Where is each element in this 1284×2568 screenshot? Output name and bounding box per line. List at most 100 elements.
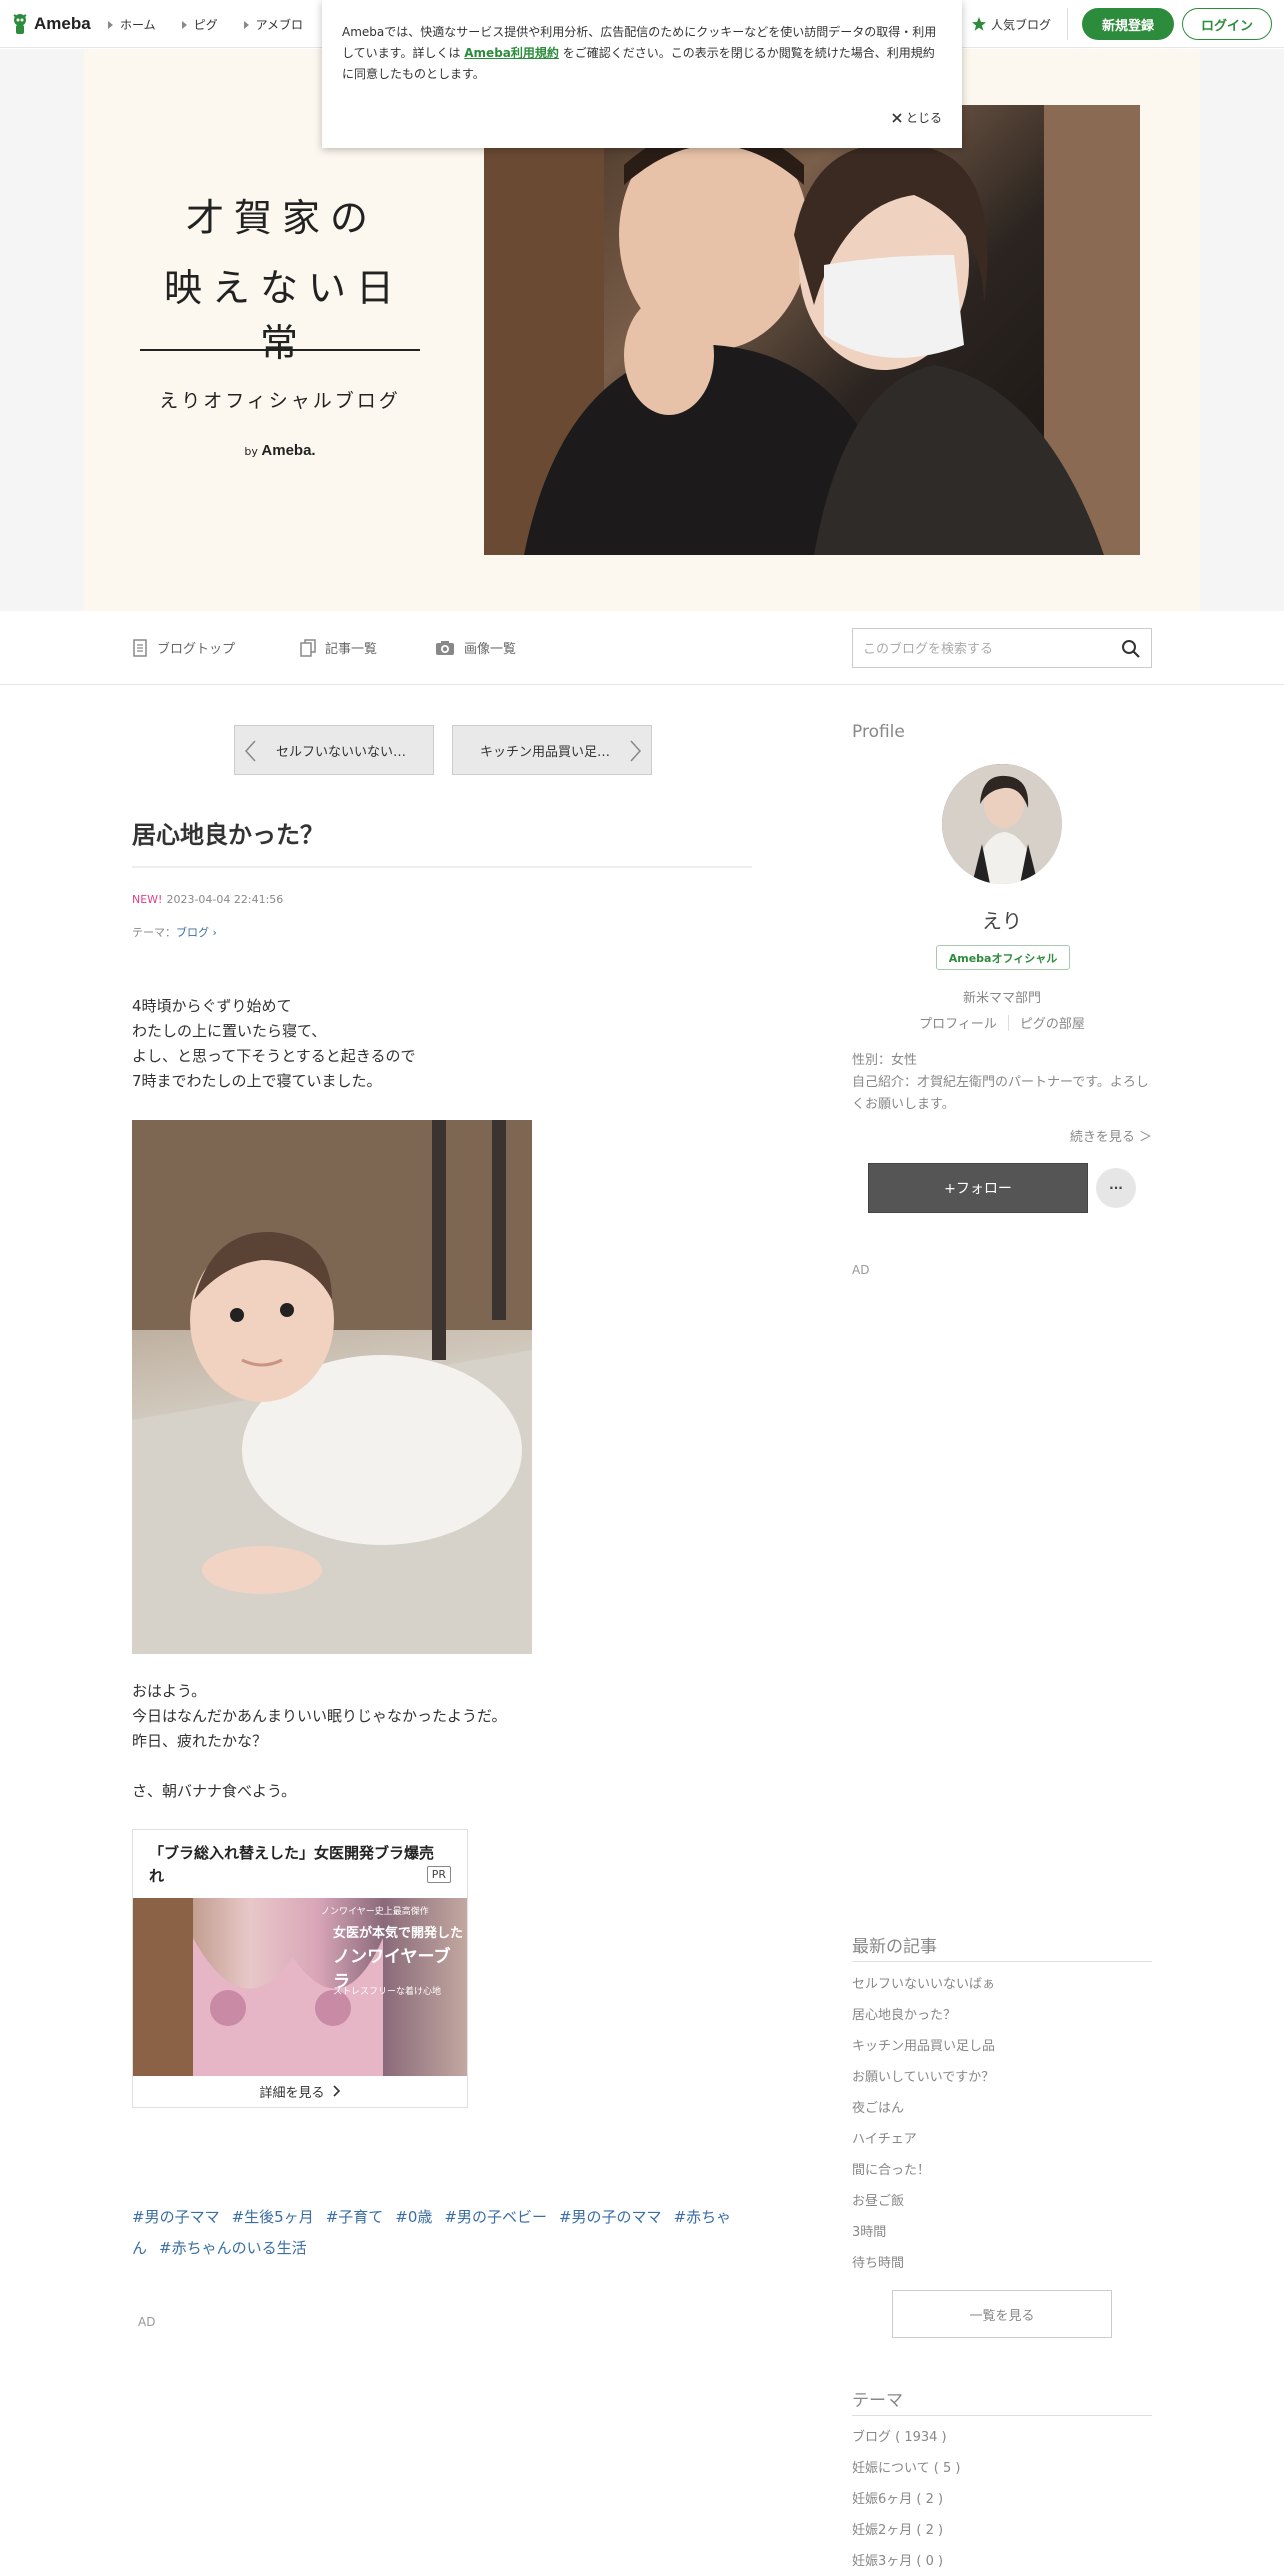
latest-entry-link[interactable]: 夜ごはん — [852, 2093, 1152, 2124]
post-line: 昨日、疲れたかな？ — [132, 1732, 268, 1750]
hashtag-link[interactable]: #赤ちゃんのいる生活 — [159, 2239, 307, 2257]
cookie-close-button[interactable]: とじる — [892, 109, 942, 126]
new-badge: NEW! — [132, 893, 163, 906]
search-icon[interactable] — [1121, 639, 1141, 659]
cookie-notice: Amebaでは、快適なサービス提供や利用分析、広告配信のためにクッキーなどを使い… — [322, 0, 962, 148]
theme-list-link[interactable]: 妊娠2ヶ月 ( 2 ) — [852, 2515, 1152, 2546]
post-datetime: 2023-04-04 22:41:56 — [166, 893, 284, 906]
ad-label: AD — [138, 2315, 156, 2329]
latest-entry-link[interactable]: 待ち時間 — [852, 2248, 1152, 2279]
global-nav: ホーム ピグ アメブロ — [108, 16, 329, 33]
ameba-logo-text: Ameba — [34, 14, 91, 33]
theme-list-link[interactable]: ブログ ( 1934 ) — [852, 2422, 1152, 2453]
pr-badge: PR — [426, 1866, 451, 1883]
profile-intro: 自己紹介：才賀紀左衛門のパートナーです。よろしくお願いします。 — [852, 1075, 1149, 1112]
theme-list-link[interactable]: 妊娠6ヶ月 ( 2 ) — [852, 2484, 1152, 2515]
camera-icon — [436, 640, 454, 655]
profile-heading: Profile — [852, 722, 905, 742]
see-all-button[interactable]: 一覧を見る — [892, 2290, 1112, 2338]
arrow-right-icon — [243, 20, 249, 29]
arrow-right-icon — [181, 20, 187, 29]
follow-button[interactable]: +フォロー — [868, 1163, 1088, 1213]
ad-detail-label: 詳細を見る — [259, 2085, 325, 2101]
arrow-right-icon — [108, 20, 113, 29]
hashtag-link[interactable]: #生後5ヶ月 — [232, 2208, 314, 2226]
latest-entry-link[interactable]: お昼ご飯 — [852, 2186, 1152, 2217]
latest-entry-link[interactable]: 3時間 — [852, 2217, 1152, 2248]
nav-pigg-label: ピグ — [193, 18, 218, 32]
theme-list-link[interactable]: 妊娠3ヶ月 ( 0 ) — [852, 2546, 1152, 2568]
hashtag-link[interactable]: #男の子ママ — [132, 2208, 220, 2226]
profile-category[interactable]: 新米ママ部門 — [852, 987, 1152, 1006]
login-button[interactable]: ログイン — [1182, 8, 1272, 40]
latest-entry-link[interactable]: 居心地良かった？ — [852, 2000, 1152, 2031]
hashtag-link[interactable]: #0歳 — [395, 2208, 432, 2226]
popular-blog-link[interactable]: 人気ブログ — [971, 8, 1068, 40]
heading-rule — [852, 1961, 1152, 1962]
latest-entry-link[interactable]: ハイチェア — [852, 2124, 1152, 2155]
cookie-close-label: とじる — [905, 111, 942, 125]
post-line: 今日はなんだかあんまりいい眠りじゃなかったようだ。 — [132, 1707, 507, 1725]
latest-entry-link[interactable]: 間に合った！ — [852, 2155, 1152, 2186]
nav-pigg-link[interactable]: ピグ — [181, 16, 218, 33]
terms-link[interactable]: Ameba利用規約 — [464, 46, 559, 60]
hashtag-link[interactable]: #男の子ベビー — [444, 2208, 547, 2226]
blog-search-box — [852, 628, 1152, 668]
ad-image-caption-2: 女医が本気で開発した — [333, 1926, 464, 1941]
baby-photo-illustration — [132, 1120, 532, 1654]
next-entry-button[interactable]: キッチン用品買い足… — [452, 725, 652, 775]
entry-list-label: 記事一覧 — [325, 642, 378, 657]
chevron-left-icon — [244, 740, 256, 762]
pig-room-link[interactable]: ピグの部屋 — [1020, 1013, 1085, 1032]
ameba-logo[interactable]: Ameba — [10, 12, 91, 36]
image-list-label: 画像一覧 — [464, 642, 517, 657]
hashtag-link[interactable]: #子育て — [326, 2208, 384, 2226]
post-line: よし、と思って下そうとすると起きるので — [132, 1047, 416, 1065]
by-label: by — [244, 445, 258, 458]
latest-entries-list: セルフいないいないばぁ 居心地良かった？ キッチン用品買い足し品 お願いしていい… — [852, 1969, 1152, 2279]
post-line: おはよう。 — [132, 1682, 207, 1700]
nav-home-label: ホーム — [120, 18, 156, 32]
latest-entry-link[interactable]: セルフいないいないばぁ — [852, 1969, 1152, 2000]
chevron-right-icon — [332, 2085, 340, 2097]
hashtag-link[interactable]: #男の子のママ — [559, 2208, 662, 2226]
image-list-link[interactable]: 画像一覧 — [435, 638, 516, 657]
blog-search-input[interactable] — [863, 639, 1113, 659]
blog-title-line1: 才賀家の — [185, 196, 378, 240]
theme-list: ブログ ( 1934 ) 妊娠について ( 5 ) 妊娠6ヶ月 ( 2 ) 妊娠… — [852, 2422, 1152, 2568]
theme-link[interactable]: ブログ — [176, 926, 209, 939]
ad-image-caption-4: ストレスフリーな着け心地 — [333, 1987, 442, 1997]
post-paragraph-1: 4時頃からぐずり始めて わたしの上に置いたら寝て、 よし、と思って下そうとすると… — [132, 994, 416, 1094]
more-options-button[interactable]: ··· — [1096, 1168, 1136, 1208]
avatar-illustration — [942, 764, 1062, 884]
blog-top-label: ブログトップ — [157, 642, 236, 657]
read-more-link[interactable]: 続きを見る ＞ — [852, 1126, 1152, 1145]
post-line: わたしの上に置いたら寝て、 — [132, 1022, 327, 1040]
post-baby-photo[interactable] — [132, 1120, 532, 1654]
ad-detail-link[interactable]: 詳細を見る — [133, 2075, 467, 2107]
blog-top-link[interactable]: ブログトップ — [132, 638, 235, 657]
ad-image[interactable]: ノンワイヤー史上最高傑作 女医が本気で開発した ノンワイヤーブラ ストレスフリー… — [133, 1898, 467, 2076]
ameba-mascot-icon — [13, 14, 27, 34]
entry-list-link[interactable]: 記事一覧 — [300, 638, 377, 657]
sidebar-ad-label: AD — [852, 1263, 870, 1277]
profile-name: えり — [982, 909, 1022, 933]
nav-home-link[interactable]: ホーム — [108, 16, 156, 33]
close-icon — [892, 112, 902, 123]
couple-photo-illustration — [484, 105, 1140, 555]
popular-blog-label: 人気ブログ — [990, 17, 1051, 32]
prev-entry-button[interactable]: セルフいないいない… — [234, 725, 434, 775]
profile-link[interactable]: プロフィール — [919, 1013, 997, 1032]
profile-avatar[interactable] — [942, 764, 1062, 884]
profile-detail: 性別：女性 自己紹介：才賀紀左衛門のパートナーです。よろしくお願いします。 — [852, 1050, 1152, 1116]
native-ad-card[interactable]: 「ブラ総入れ替えした」女医開発ブラ爆売れ PR ノンワイヤー史上最高傑作 女医が… — [132, 1829, 468, 2108]
nav-ameblo-link[interactable]: アメブロ — [243, 16, 303, 33]
post-title: 居心地良かった？ — [132, 821, 324, 849]
theme-list-link[interactable]: 妊娠について ( 5 ) — [852, 2453, 1152, 2484]
latest-entry-link[interactable]: キッチン用品買い足し品 — [852, 2031, 1152, 2062]
ad-image-caption-1: ノンワイヤー史上最高傑作 — [321, 1907, 429, 1917]
register-button[interactable]: 新規登録 — [1082, 8, 1174, 40]
latest-entry-link[interactable]: お願いしていいですか？ — [852, 2062, 1152, 2093]
cookie-notice-text: Amebaでは、快適なサービス提供や利用分析、広告配信のためにクッキーなどを使い… — [342, 22, 940, 85]
